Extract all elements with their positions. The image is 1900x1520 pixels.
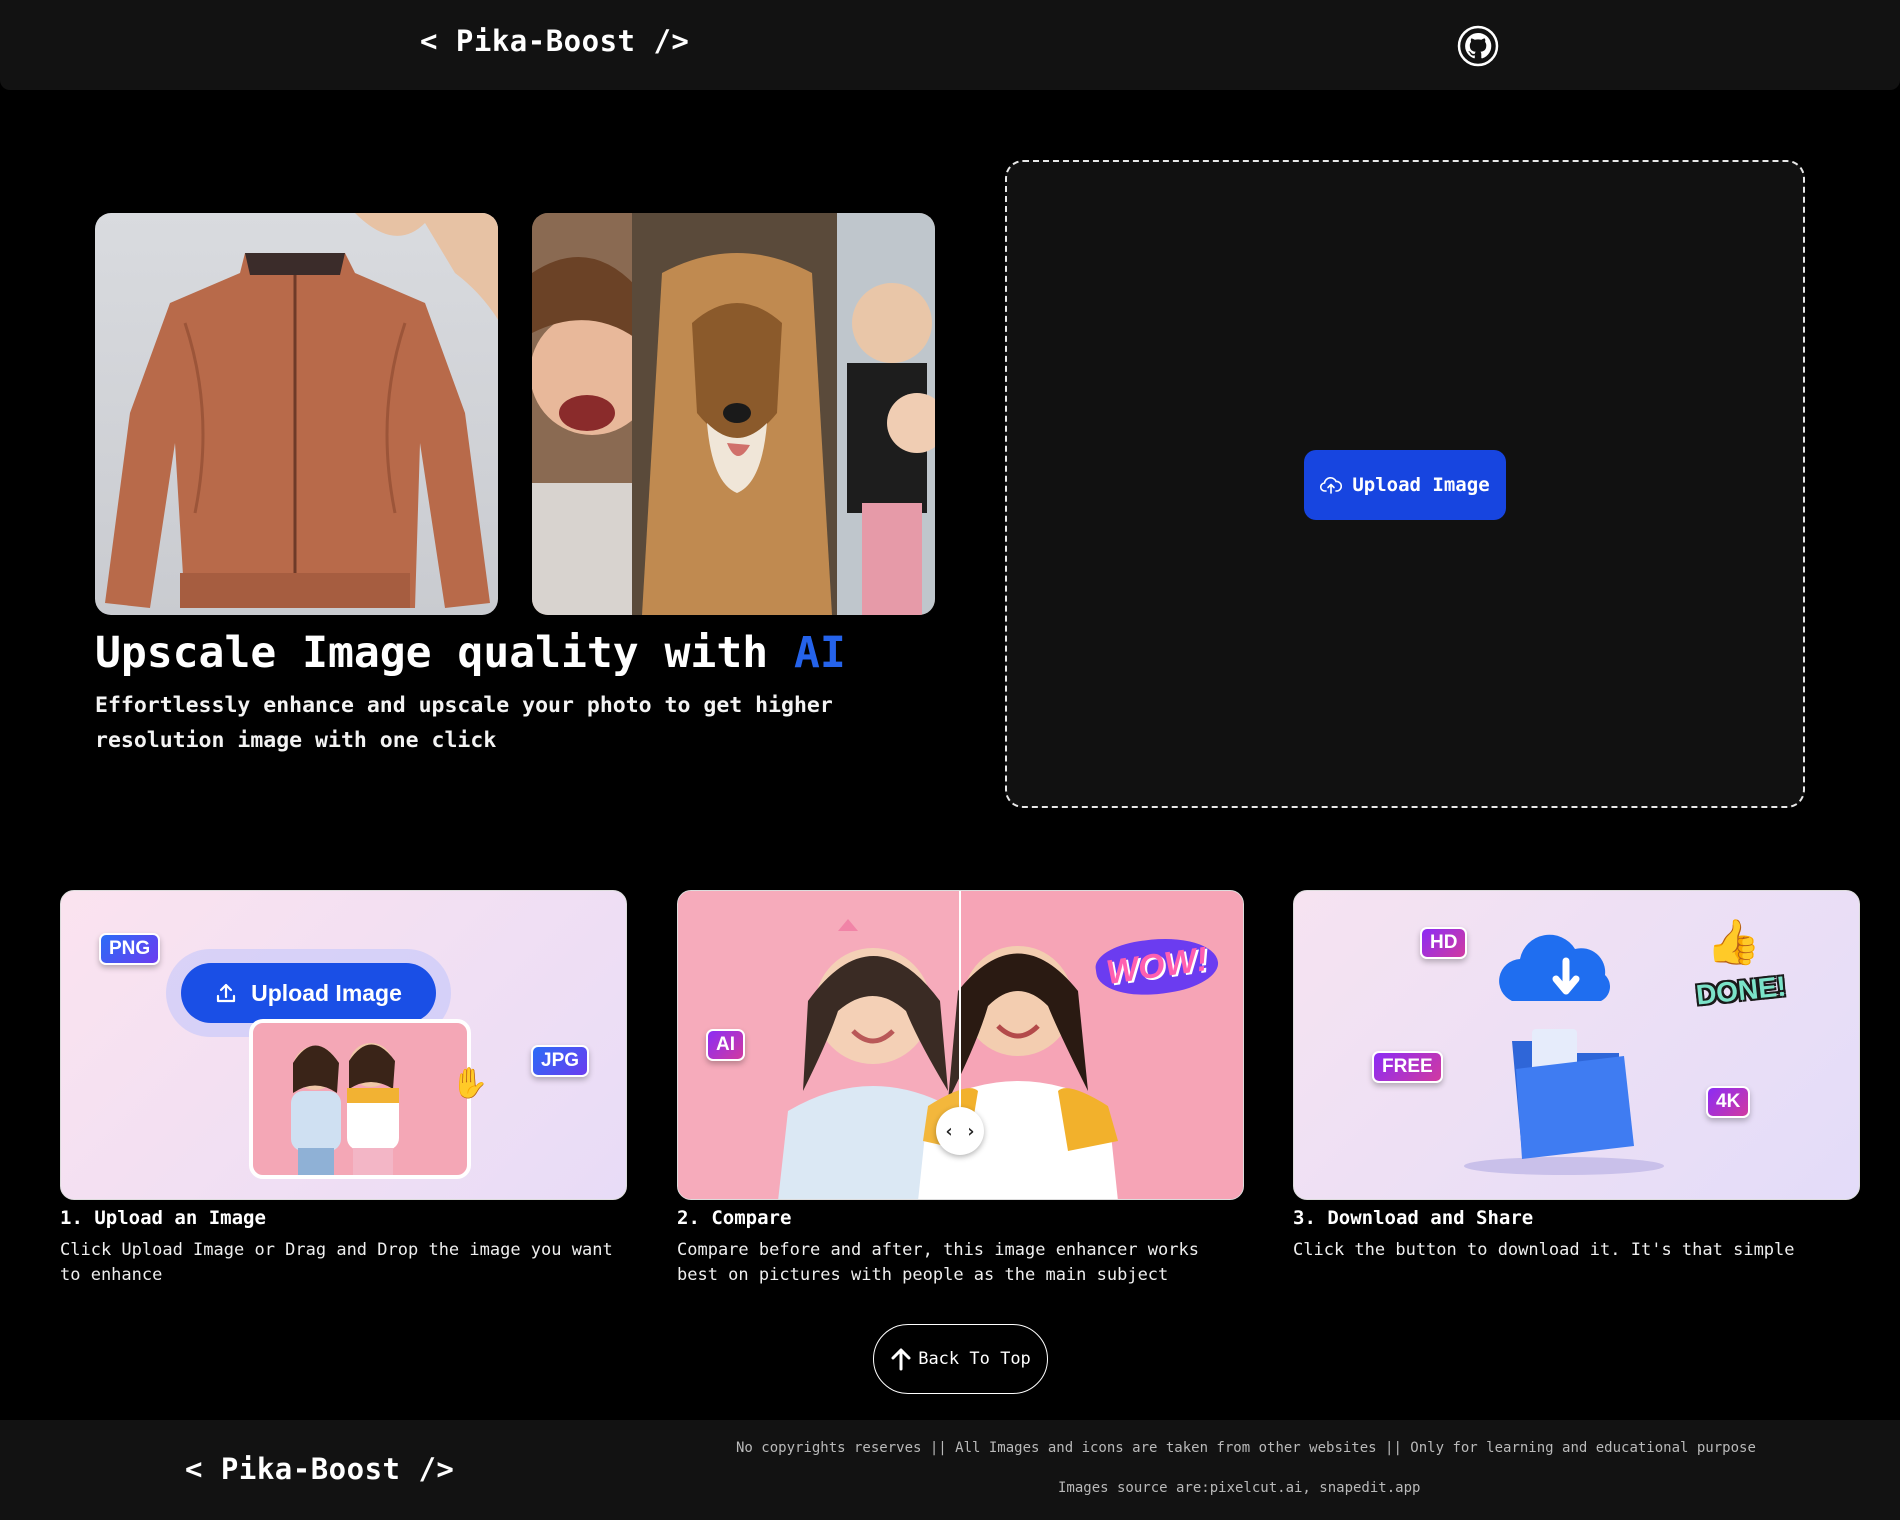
step-3-desc: Click the button to download it. It's th…	[1293, 1240, 1795, 1260]
arrow-up-icon	[891, 1348, 911, 1371]
step-upload-illustration: PNG JPG Upload Image ✋	[60, 890, 627, 1200]
hero-title: Upscale Image quality with AI	[95, 628, 846, 678]
ai-badge: AI	[706, 1029, 745, 1061]
jpg-badge: JPG	[531, 1045, 590, 1077]
step-2-title: 2. Compare	[677, 1207, 792, 1229]
navbar: < Pika-Boost />	[0, 0, 1900, 90]
hero-title-main: Upscale Image quality with	[95, 628, 769, 678]
footer-brand-logo[interactable]: < Pika-Boost />	[185, 1452, 454, 1486]
hero-title-accent: AI	[793, 628, 846, 678]
step-download-illustration: HD FREE 4K DONE! 👍	[1293, 890, 1860, 1200]
upload-button-label: Upload Image	[1352, 474, 1490, 496]
thumbs-up-icon: 👍	[1706, 917, 1761, 968]
step-1-title: 1. Upload an Image	[60, 1207, 266, 1229]
footer-sources: Images source are:pixelcut.ai, snapedit.…	[1058, 1480, 1421, 1496]
step-1-desc: Click Upload Image or Drag and Drop the …	[60, 1240, 613, 1285]
png-badge: PNG	[99, 933, 161, 965]
step-2-desc: Compare before and after, this image enh…	[677, 1240, 1199, 1285]
compare-slider-handle: ‹ ›	[936, 1107, 984, 1155]
illustration-upload-label: Upload Image	[251, 979, 402, 1006]
illustration-upload-button: Upload Image	[181, 963, 436, 1023]
illustration-photo	[249, 1019, 471, 1179]
upload-arrow-icon	[216, 983, 236, 1003]
dog-children-image	[532, 213, 935, 615]
hand-cursor-icon: ✋	[451, 1066, 489, 1101]
upload-image-button[interactable]: Upload Image	[1304, 450, 1506, 520]
brand-logo[interactable]: < Pika-Boost />	[420, 24, 689, 58]
cloud-upload-icon	[1320, 477, 1343, 494]
hero-subtitle: Effortlessly enhance and upscale your ph…	[95, 693, 833, 753]
step-3-title: 3. Download and Share	[1293, 1207, 1534, 1229]
cloud-download-folder-icon	[1464, 934, 1664, 1175]
step-compare-illustration: ‹ › AI WOW!	[677, 890, 1244, 1200]
back-to-top-label: Back To Top	[918, 1349, 1031, 1369]
jacket-image	[95, 213, 498, 615]
github-icon[interactable]	[1457, 25, 1499, 67]
back-to-top-button[interactable]: Back To Top	[873, 1324, 1048, 1394]
footer-notice: No copyrights reserves || All Images and…	[736, 1440, 1756, 1456]
